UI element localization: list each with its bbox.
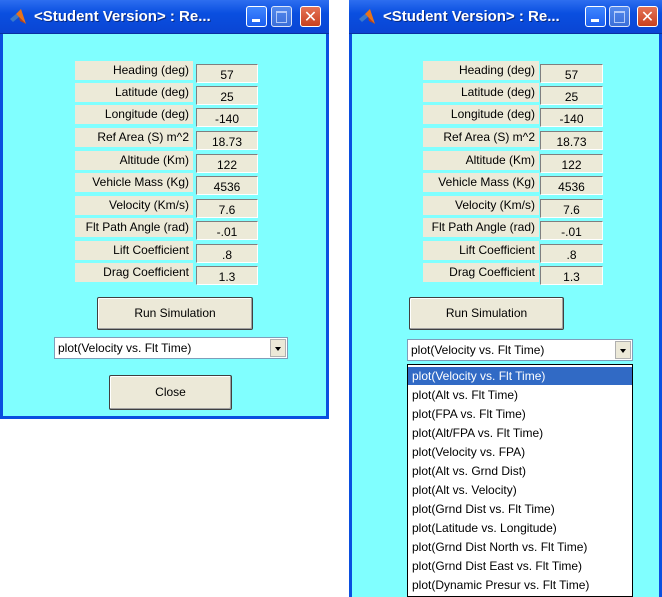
close-icon: ✕ bbox=[303, 7, 318, 26]
label-ref-area: Ref Area (S) m^2 bbox=[75, 128, 193, 147]
label-ref-area: Ref Area (S) m^2 bbox=[423, 128, 539, 147]
field-heading[interactable]: 57 bbox=[196, 64, 258, 83]
plot-select[interactable]: plot(Velocity vs. Flt Time) bbox=[54, 337, 288, 359]
dropdown-option[interactable]: plot(FPA vs. Flt Time) bbox=[408, 405, 632, 423]
dropdown-option[interactable]: plot(Grnd Dist North vs. Flt Time) bbox=[408, 538, 632, 556]
label-heading: Heading (deg) bbox=[75, 61, 193, 80]
title-bar[interactable]: <Student Version> : Re... ✕ bbox=[349, 0, 662, 34]
dropdown-option[interactable]: plot(Velocity vs. Flt Time) bbox=[408, 367, 632, 385]
label-longitude: Longitude (deg) bbox=[75, 105, 193, 124]
label-vehicle-mass: Vehicle Mass (Kg) bbox=[423, 173, 539, 192]
run-simulation-button[interactable]: Run Simulation bbox=[97, 297, 253, 330]
plot-select-value: plot(Velocity vs. Flt Time) bbox=[58, 341, 192, 355]
plot-select-value: plot(Velocity vs. Flt Time) bbox=[411, 343, 545, 357]
field-longitude[interactable]: -140 bbox=[540, 108, 603, 127]
window-title: <Student Version> : Re... bbox=[34, 8, 211, 25]
maximize-icon bbox=[276, 11, 287, 23]
field-vehicle-mass[interactable]: 4536 bbox=[540, 176, 603, 195]
field-latitude[interactable]: 25 bbox=[196, 86, 258, 105]
maximize-button[interactable] bbox=[271, 6, 292, 27]
field-velocity[interactable]: 7.6 bbox=[196, 199, 258, 218]
field-altitude[interactable]: 122 bbox=[196, 154, 258, 173]
field-latitude[interactable]: 25 bbox=[540, 86, 603, 105]
window-title: <Student Version> : Re... bbox=[383, 8, 560, 25]
label-latitude: Latitude (deg) bbox=[423, 83, 539, 102]
label-velocity: Velocity (Km/s) bbox=[75, 196, 193, 215]
plot-dropdown-list[interactable]: plot(Velocity vs. Flt Time) plot(Alt vs.… bbox=[407, 364, 633, 597]
field-flight-path-angle[interactable]: -.01 bbox=[540, 221, 603, 240]
run-simulation-button[interactable]: Run Simulation bbox=[409, 297, 564, 330]
maximize-button[interactable] bbox=[609, 6, 630, 27]
field-heading[interactable]: 57 bbox=[540, 64, 603, 83]
label-longitude: Longitude (deg) bbox=[423, 105, 539, 124]
maximize-icon bbox=[614, 11, 625, 23]
field-altitude[interactable]: 122 bbox=[540, 154, 603, 173]
dropdown-option[interactable]: plot(Velocity vs. FPA) bbox=[408, 443, 632, 461]
close-icon: ✕ bbox=[640, 7, 655, 26]
field-velocity[interactable]: 7.6 bbox=[540, 199, 603, 218]
label-vehicle-mass: Vehicle Mass (Kg) bbox=[75, 173, 193, 192]
chevron-down-icon[interactable] bbox=[615, 341, 631, 359]
minimize-button[interactable] bbox=[585, 6, 606, 27]
label-flight-path-angle: Flt Path Angle (rad) bbox=[75, 218, 193, 237]
dropdown-option[interactable]: plot(Grnd Dist vs. Flt Time) bbox=[408, 500, 632, 518]
dropdown-option[interactable]: plot(Grnd Dist East vs. Flt Time) bbox=[408, 557, 632, 575]
label-flight-path-angle: Flt Path Angle (rad) bbox=[423, 218, 539, 237]
field-lift-coefficient[interactable]: .8 bbox=[540, 244, 603, 263]
label-lift-coefficient: Lift Coefficient bbox=[75, 241, 193, 260]
field-ref-area[interactable]: 18.73 bbox=[540, 131, 603, 150]
simulation-window-2: <Student Version> : Re... ✕ Heading (deg… bbox=[349, 0, 662, 597]
label-altitude: Altitude (Km) bbox=[423, 151, 539, 170]
simulation-window-1: <Student Version> : Re... ✕ Heading (deg… bbox=[0, 0, 329, 419]
label-altitude: Altitude (Km) bbox=[75, 151, 193, 170]
label-drag-coefficient: Drag Coefficient bbox=[75, 263, 193, 282]
close-window-button[interactable]: ✕ bbox=[637, 6, 658, 27]
matlab-logo-icon bbox=[10, 9, 26, 24]
field-ref-area[interactable]: 18.73 bbox=[196, 131, 258, 150]
minimize-icon bbox=[252, 19, 260, 22]
matlab-logo-icon bbox=[359, 9, 375, 24]
dropdown-option[interactable]: plot(Latitude vs. Longitude) bbox=[408, 519, 632, 537]
field-vehicle-mass[interactable]: 4536 bbox=[196, 176, 258, 195]
dropdown-option[interactable]: plot(Alt vs. Grnd Dist) bbox=[408, 462, 632, 480]
dropdown-option[interactable]: plot(Alt vs. Flt Time) bbox=[408, 386, 632, 404]
label-heading: Heading (deg) bbox=[423, 61, 539, 80]
field-lift-coefficient[interactable]: .8 bbox=[196, 244, 258, 263]
dropdown-option[interactable]: plot(Alt vs. Velocity) bbox=[408, 481, 632, 499]
minimize-icon bbox=[591, 19, 599, 22]
label-latitude: Latitude (deg) bbox=[75, 83, 193, 102]
dropdown-option[interactable]: plot(Dynamic Presur vs. Flt Time) bbox=[408, 576, 632, 594]
minimize-button[interactable] bbox=[246, 6, 267, 27]
field-flight-path-angle[interactable]: -.01 bbox=[196, 221, 258, 240]
close-window-button[interactable]: ✕ bbox=[300, 6, 321, 27]
chevron-down-icon[interactable] bbox=[270, 339, 286, 357]
label-velocity: Velocity (Km/s) bbox=[423, 196, 539, 215]
plot-select[interactable]: plot(Velocity vs. Flt Time) bbox=[407, 339, 633, 361]
label-drag-coefficient: Drag Coefficient bbox=[423, 263, 539, 282]
field-drag-coefficient[interactable]: 1.3 bbox=[196, 266, 258, 285]
field-drag-coefficient[interactable]: 1.3 bbox=[540, 266, 603, 285]
dropdown-option[interactable]: plot(Alt/FPA vs. Flt Time) bbox=[408, 424, 632, 442]
title-bar[interactable]: <Student Version> : Re... ✕ bbox=[0, 0, 329, 34]
field-longitude[interactable]: -140 bbox=[196, 108, 258, 127]
close-button[interactable]: Close bbox=[109, 375, 232, 410]
label-lift-coefficient: Lift Coefficient bbox=[423, 241, 539, 260]
